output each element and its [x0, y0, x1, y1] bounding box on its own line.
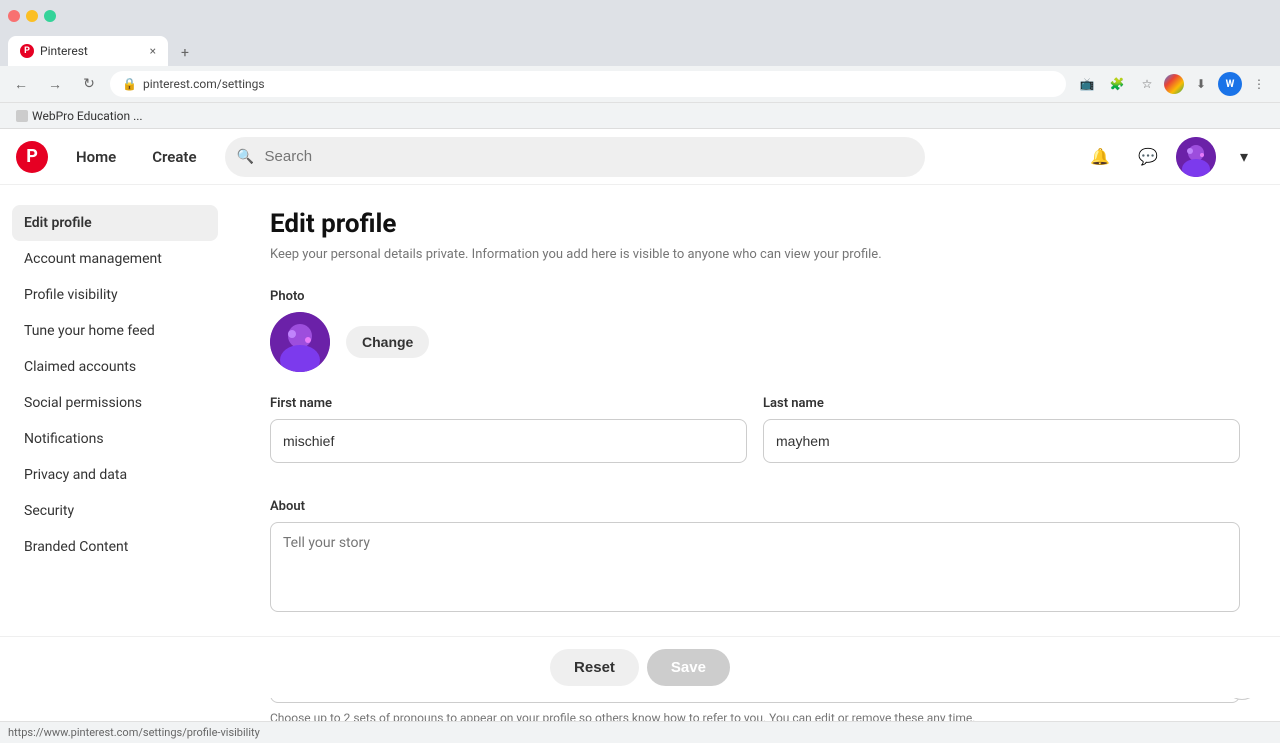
- search-input[interactable]: [225, 137, 925, 177]
- window-close-button[interactable]: [8, 10, 20, 22]
- avatar-preview: [270, 312, 330, 372]
- save-button[interactable]: Save: [647, 649, 730, 686]
- sidebar-item-edit-profile[interactable]: Edit profile: [12, 205, 218, 241]
- tab-title: Pinterest: [40, 44, 144, 58]
- pronouns-helper-text: Choose up to 2 sets of pronouns to appea…: [270, 709, 1240, 722]
- sidebar-item-branded-content[interactable]: Branded Content: [12, 529, 218, 565]
- address-text: pinterest.com/settings: [143, 77, 265, 91]
- bookmark-label: WebPro Education ...: [32, 109, 143, 123]
- sidebar-item-notifications[interactable]: Notifications: [12, 421, 218, 457]
- last-name-input[interactable]: [763, 419, 1240, 463]
- sidebar-item-tune-home-feed[interactable]: Tune your home feed: [12, 313, 218, 349]
- tab-favicon: [20, 44, 34, 58]
- browser-tab[interactable]: Pinterest ×: [8, 36, 168, 66]
- window-maximize-button[interactable]: [44, 10, 56, 22]
- address-bar[interactable]: 🔒 pinterest.com/settings: [110, 71, 1066, 97]
- new-tab-button[interactable]: +: [172, 40, 198, 66]
- user-avatar[interactable]: [1176, 137, 1216, 177]
- chrome-icon: [1164, 74, 1184, 94]
- bookmark-button[interactable]: ☆: [1134, 71, 1160, 97]
- sidebar-item-social-permissions[interactable]: Social permissions: [12, 385, 218, 421]
- avatar-image: [1176, 137, 1216, 177]
- nav-create[interactable]: Create: [136, 140, 212, 174]
- nav-home[interactable]: Home: [60, 140, 132, 174]
- change-photo-button[interactable]: Change: [346, 326, 429, 358]
- sidebar-item-profile-visibility[interactable]: Profile visibility: [12, 277, 218, 313]
- reset-button[interactable]: Reset: [550, 649, 639, 686]
- status-bar: https://www.pinterest.com/settings/profi…: [0, 721, 1280, 743]
- download-button[interactable]: ⬇: [1188, 71, 1214, 97]
- sidebar-item-account-management[interactable]: Account management: [12, 241, 218, 277]
- tab-close-button[interactable]: ×: [150, 44, 156, 58]
- screen-cast-button[interactable]: 📺: [1074, 71, 1100, 97]
- first-name-input[interactable]: [270, 419, 747, 463]
- sidebar-item-claimed-accounts[interactable]: Claimed accounts: [12, 349, 218, 385]
- profile-photo: [270, 312, 330, 372]
- notifications-button[interactable]: 🔔: [1080, 137, 1120, 177]
- page-title: Edit profile: [270, 209, 1240, 239]
- sidebar-item-security[interactable]: Security: [12, 493, 218, 529]
- forward-button[interactable]: →: [42, 71, 68, 97]
- last-name-label: Last name: [763, 396, 1240, 411]
- first-name-label: First name: [270, 396, 747, 411]
- pinterest-logo[interactable]: P: [16, 141, 48, 173]
- form-actions: Reset Save: [0, 636, 1280, 698]
- search-icon: 🔍: [237, 149, 254, 165]
- status-url: https://www.pinterest.com/settings/profi…: [8, 726, 260, 739]
- about-label: About: [270, 499, 1240, 514]
- window-minimize-button[interactable]: [26, 10, 38, 22]
- sidebar-item-privacy-data[interactable]: Privacy and data: [12, 457, 218, 493]
- back-button[interactable]: ←: [8, 71, 34, 97]
- photo-label: Photo: [270, 289, 1240, 304]
- about-textarea[interactable]: [270, 522, 1240, 612]
- chevron-down-icon[interactable]: ▾: [1224, 137, 1264, 177]
- reload-button[interactable]: ↻: [76, 71, 102, 97]
- extension-button[interactable]: 🧩: [1104, 71, 1130, 97]
- bookmark-webpro[interactable]: WebPro Education ...: [8, 107, 151, 125]
- browser-profile[interactable]: W: [1218, 72, 1242, 96]
- more-button[interactable]: ⋮: [1246, 71, 1272, 97]
- page-subtitle: Keep your personal details private. Info…: [270, 245, 1240, 265]
- messages-button[interactable]: 💬: [1128, 137, 1168, 177]
- bookmark-favicon: [16, 110, 28, 122]
